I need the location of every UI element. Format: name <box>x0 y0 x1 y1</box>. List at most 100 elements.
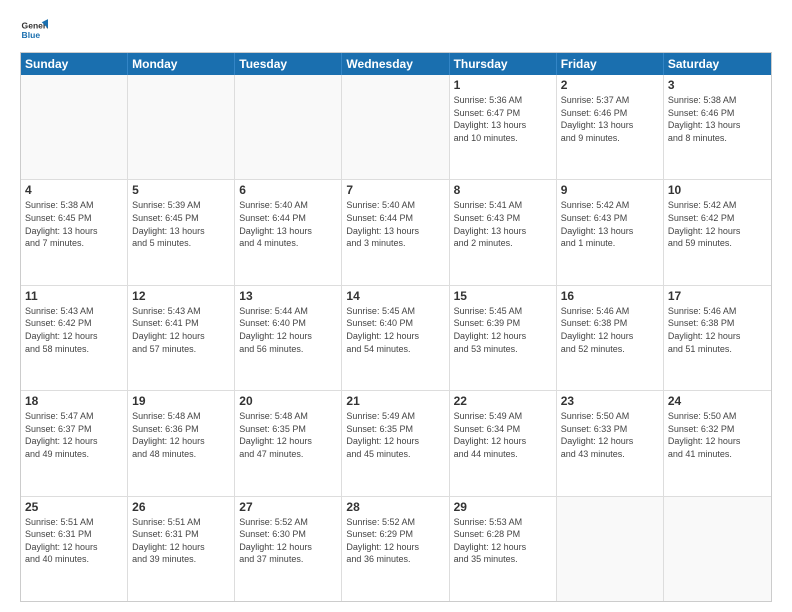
day-cell-1: 1 Sunrise: 5:36 AM Sunset: 6:47 PM Daylig… <box>450 75 557 179</box>
day-info: Sunrise: 5:49 AM Sunset: 6:35 PM Dayligh… <box>346 410 444 460</box>
day-number: 5 <box>132 183 230 197</box>
day-info: Sunrise: 5:38 AM Sunset: 6:45 PM Dayligh… <box>25 199 123 249</box>
day-cell-2: 2 Sunrise: 5:37 AM Sunset: 6:46 PM Daylig… <box>557 75 664 179</box>
day-cell-21: 21 Sunrise: 5:49 AM Sunset: 6:35 PM Dayli… <box>342 391 449 495</box>
day-info: Sunrise: 5:40 AM Sunset: 6:44 PM Dayligh… <box>346 199 444 249</box>
day-number: 20 <box>239 394 337 408</box>
logo: General Blue <box>20 16 52 44</box>
day-number: 3 <box>668 78 767 92</box>
day-cell-17: 17Sunrise: 5:46 AM Sunset: 6:38 PM Dayli… <box>664 286 771 390</box>
day-info: Sunrise: 5:50 AM Sunset: 6:33 PM Dayligh… <box>561 410 659 460</box>
day-header-tuesday: Tuesday <box>235 53 342 75</box>
day-cell-6: 6 Sunrise: 5:40 AM Sunset: 6:44 PM Daylig… <box>235 180 342 284</box>
day-number: 16 <box>561 289 659 303</box>
day-number: 7 <box>346 183 444 197</box>
calendar-body: 1 Sunrise: 5:36 AM Sunset: 6:47 PM Daylig… <box>21 75 771 601</box>
empty-cell <box>235 75 342 179</box>
day-info: Sunrise: 5:42 AM Sunset: 6:42 PM Dayligh… <box>668 199 767 249</box>
header: General Blue <box>20 16 772 44</box>
day-info: Sunrise: 5:49 AM Sunset: 6:34 PM Dayligh… <box>454 410 552 460</box>
day-header-monday: Monday <box>128 53 235 75</box>
day-info: Sunrise: 5:50 AM Sunset: 6:32 PM Dayligh… <box>668 410 767 460</box>
day-cell-29: 29 Sunrise: 5:53 AM Sunset: 6:28 PM Dayli… <box>450 497 557 601</box>
day-info: Sunrise: 5:51 AM Sunset: 6:31 PM Dayligh… <box>132 516 230 566</box>
day-info: Sunrise: 5:45 AM Sunset: 6:39 PM Dayligh… <box>454 305 552 355</box>
day-info: Sunrise: 5:45 AM Sunset: 6:40 PM Dayligh… <box>346 305 444 355</box>
day-cell-16: 16Sunrise: 5:46 AM Sunset: 6:38 PM Dayli… <box>557 286 664 390</box>
day-header-sunday: Sunday <box>21 53 128 75</box>
day-cell-19: 19 Sunrise: 5:48 AM Sunset: 6:36 PM Dayli… <box>128 391 235 495</box>
day-info: Sunrise: 5:53 AM Sunset: 6:28 PM Dayligh… <box>454 516 552 566</box>
day-cell-15: 15Sunrise: 5:45 AM Sunset: 6:39 PM Dayli… <box>450 286 557 390</box>
day-number: 10 <box>668 183 767 197</box>
day-info: Sunrise: 5:48 AM Sunset: 6:36 PM Dayligh… <box>132 410 230 460</box>
day-info: Sunrise: 5:41 AM Sunset: 6:43 PM Dayligh… <box>454 199 552 249</box>
day-cell-27: 27 Sunrise: 5:52 AM Sunset: 6:30 PM Dayli… <box>235 497 342 601</box>
empty-cell <box>21 75 128 179</box>
day-cell-18: 18Sunrise: 5:47 AM Sunset: 6:37 PM Dayli… <box>21 391 128 495</box>
week-row-2: 4 Sunrise: 5:38 AM Sunset: 6:45 PM Daylig… <box>21 180 771 285</box>
day-cell-24: 24 Sunrise: 5:50 AM Sunset: 6:32 PM Dayli… <box>664 391 771 495</box>
day-number: 28 <box>346 500 444 514</box>
day-number: 22 <box>454 394 552 408</box>
day-number: 14 <box>346 289 444 303</box>
day-number: 19 <box>132 394 230 408</box>
day-number: 1 <box>454 78 552 92</box>
day-number: 23 <box>561 394 659 408</box>
day-number: 4 <box>25 183 123 197</box>
day-number: 13 <box>239 289 337 303</box>
day-cell-4: 4 Sunrise: 5:38 AM Sunset: 6:45 PM Daylig… <box>21 180 128 284</box>
day-info: Sunrise: 5:40 AM Sunset: 6:44 PM Dayligh… <box>239 199 337 249</box>
week-row-4: 18Sunrise: 5:47 AM Sunset: 6:37 PM Dayli… <box>21 391 771 496</box>
day-number: 29 <box>454 500 552 514</box>
day-number: 27 <box>239 500 337 514</box>
day-info: Sunrise: 5:48 AM Sunset: 6:35 PM Dayligh… <box>239 410 337 460</box>
week-row-1: 1 Sunrise: 5:36 AM Sunset: 6:47 PM Daylig… <box>21 75 771 180</box>
day-cell-14: 14 Sunrise: 5:45 AM Sunset: 6:40 PM Dayli… <box>342 286 449 390</box>
day-number: 2 <box>561 78 659 92</box>
day-number: 9 <box>561 183 659 197</box>
day-info: Sunrise: 5:39 AM Sunset: 6:45 PM Dayligh… <box>132 199 230 249</box>
day-header-saturday: Saturday <box>664 53 771 75</box>
day-info: Sunrise: 5:43 AM Sunset: 6:41 PM Dayligh… <box>132 305 230 355</box>
day-info: Sunrise: 5:52 AM Sunset: 6:29 PM Dayligh… <box>346 516 444 566</box>
day-cell-23: 23 Sunrise: 5:50 AM Sunset: 6:33 PM Dayli… <box>557 391 664 495</box>
empty-cell <box>557 497 664 601</box>
day-cell-11: 11Sunrise: 5:43 AM Sunset: 6:42 PM Dayli… <box>21 286 128 390</box>
day-info: Sunrise: 5:46 AM Sunset: 6:38 PM Dayligh… <box>668 305 767 355</box>
day-number: 6 <box>239 183 337 197</box>
day-number: 25 <box>25 500 123 514</box>
empty-cell <box>342 75 449 179</box>
empty-cell <box>664 497 771 601</box>
day-info: Sunrise: 5:47 AM Sunset: 6:37 PM Dayligh… <box>25 410 123 460</box>
day-header-wednesday: Wednesday <box>342 53 449 75</box>
day-number: 12 <box>132 289 230 303</box>
day-number: 21 <box>346 394 444 408</box>
calendar: SundayMondayTuesdayWednesdayThursdayFrid… <box>20 52 772 602</box>
day-info: Sunrise: 5:37 AM Sunset: 6:46 PM Dayligh… <box>561 94 659 144</box>
day-number: 26 <box>132 500 230 514</box>
logo-icon: General Blue <box>20 16 48 44</box>
day-cell-26: 26 Sunrise: 5:51 AM Sunset: 6:31 PM Dayli… <box>128 497 235 601</box>
day-header-friday: Friday <box>557 53 664 75</box>
day-cell-9: 9Sunrise: 5:42 AM Sunset: 6:43 PM Daylig… <box>557 180 664 284</box>
day-cell-12: 12 Sunrise: 5:43 AM Sunset: 6:41 PM Dayli… <box>128 286 235 390</box>
day-number: 24 <box>668 394 767 408</box>
svg-text:Blue: Blue <box>22 30 41 40</box>
page: General Blue SundayMondayTuesdayWednesda… <box>0 0 792 612</box>
day-cell-10: 10 Sunrise: 5:42 AM Sunset: 6:42 PM Dayli… <box>664 180 771 284</box>
day-cell-25: 25 Sunrise: 5:51 AM Sunset: 6:31 PM Dayli… <box>21 497 128 601</box>
day-info: Sunrise: 5:51 AM Sunset: 6:31 PM Dayligh… <box>25 516 123 566</box>
week-row-3: 11Sunrise: 5:43 AM Sunset: 6:42 PM Dayli… <box>21 286 771 391</box>
day-number: 11 <box>25 289 123 303</box>
day-cell-3: 3 Sunrise: 5:38 AM Sunset: 6:46 PM Daylig… <box>664 75 771 179</box>
day-info: Sunrise: 5:44 AM Sunset: 6:40 PM Dayligh… <box>239 305 337 355</box>
day-info: Sunrise: 5:38 AM Sunset: 6:46 PM Dayligh… <box>668 94 767 144</box>
day-cell-28: 28 Sunrise: 5:52 AM Sunset: 6:29 PM Dayli… <box>342 497 449 601</box>
week-row-5: 25 Sunrise: 5:51 AM Sunset: 6:31 PM Dayli… <box>21 497 771 601</box>
day-info: Sunrise: 5:36 AM Sunset: 6:47 PM Dayligh… <box>454 94 552 144</box>
day-cell-20: 20 Sunrise: 5:48 AM Sunset: 6:35 PM Dayli… <box>235 391 342 495</box>
day-cell-22: 22 Sunrise: 5:49 AM Sunset: 6:34 PM Dayli… <box>450 391 557 495</box>
day-info: Sunrise: 5:52 AM Sunset: 6:30 PM Dayligh… <box>239 516 337 566</box>
day-header-thursday: Thursday <box>450 53 557 75</box>
